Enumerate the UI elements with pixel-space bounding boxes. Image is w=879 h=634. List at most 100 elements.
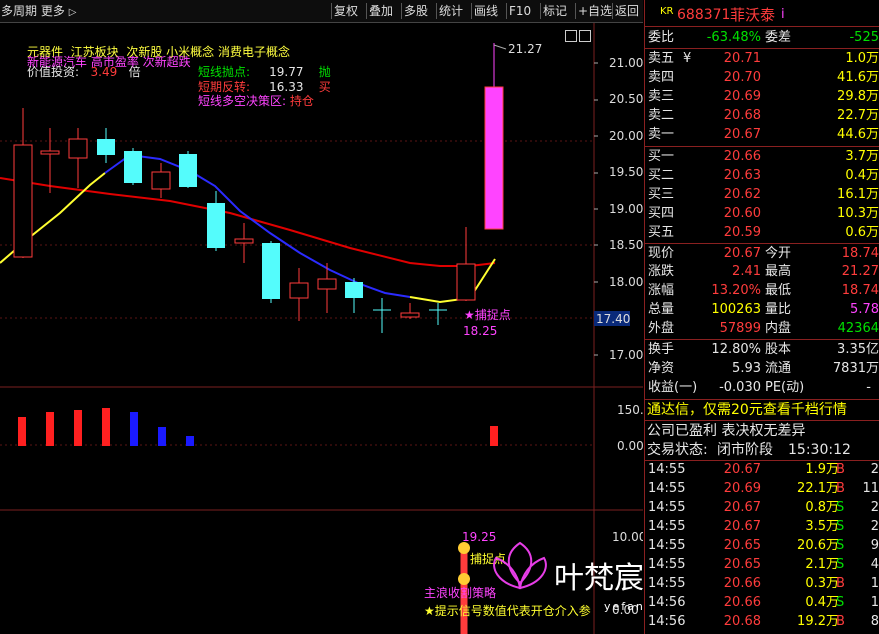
bid-row[interactable]: 买四 20.60 10.3万 xyxy=(644,205,879,223)
bid-row[interactable]: 买一 20.66 3.7万 xyxy=(644,148,879,166)
ask-volume: 29.8万 xyxy=(837,89,879,104)
sell-value: 19.77 xyxy=(269,65,304,79)
ask-row[interactable]: 卖二 20.68 22.7万 xyxy=(644,107,879,125)
tick-count: 11 xyxy=(862,481,879,496)
value-unit: 倍 xyxy=(128,65,141,79)
price-tick: 21.00 xyxy=(609,56,643,70)
stat-value: 21.27 xyxy=(841,264,879,279)
zone-label: 短线多空决策区: xyxy=(198,94,287,108)
tick-price: 20.65 xyxy=(723,557,761,572)
kline-svg: 21.00 20.50 20.00 19.50 19.00 18.50 18.0… xyxy=(0,23,643,634)
bid-price: 20.60 xyxy=(723,206,761,221)
tick-row: 14:55 20.65 20.6万 S 9 xyxy=(644,538,879,554)
tick-count: 2 xyxy=(870,500,879,515)
ask-label: 卖三 xyxy=(648,89,675,104)
ask-row[interactable]: 卖四 20.70 41.6万 xyxy=(644,69,879,87)
tick-volume: 1.9万 xyxy=(805,462,839,477)
bid-row[interactable]: 买三 20.62 16.1万 xyxy=(644,186,879,204)
ad-banner[interactable]: 通达信，仅需20元查看千档行情 xyxy=(644,401,879,419)
tick-price: 20.66 xyxy=(723,576,761,591)
ask-row[interactable]: 卖五 ¥20.71 1.0万 xyxy=(644,50,879,68)
stat-label: 量比 xyxy=(765,302,792,317)
stat-label: 流通 xyxy=(765,361,792,376)
tick-time: 14:55 xyxy=(648,576,686,591)
candle xyxy=(13,144,33,258)
more-menu[interactable]: 更多 xyxy=(41,4,65,18)
candle xyxy=(40,150,60,155)
market-prefix: KR xyxy=(660,6,674,17)
tick-price: 20.66 xyxy=(723,595,761,610)
price-tick: 19.00 xyxy=(609,202,643,216)
indicator-tick: 10.00 xyxy=(612,530,643,544)
weicha-value: -525 xyxy=(849,30,879,45)
back-button[interactable]: 返回 xyxy=(612,3,641,19)
bid-label: 买五 xyxy=(648,225,675,240)
tick-row: 14:55 20.66 0.3万 B 1 xyxy=(644,576,879,592)
stat-row: 收益(一) -0.030 PE(动) - xyxy=(644,379,879,397)
volume-tick: 0.00 xyxy=(617,439,643,453)
f10-button[interactable]: F10 xyxy=(506,3,533,19)
settings-square-icon[interactable] xyxy=(565,30,577,42)
tick-price: 20.67 xyxy=(723,462,761,477)
volume-tick: 150.0 xyxy=(617,403,643,417)
stat-label: 最高 xyxy=(765,264,792,279)
weicha-label: 委差 xyxy=(765,30,792,45)
weibi-value: -63.48% xyxy=(706,30,761,45)
stat-value: 2.41 xyxy=(732,264,761,279)
ask-row[interactable]: 卖一 20.67 44.6万 xyxy=(644,126,879,144)
tick-count: 1 xyxy=(870,576,879,591)
stat-label: 收益(一) xyxy=(648,380,698,395)
tick-time: 14:56 xyxy=(648,595,686,610)
fuquan-button[interactable]: 复权 xyxy=(331,3,360,19)
statistics-button[interactable]: 统计 xyxy=(436,3,465,19)
ask-volume: 22.7万 xyxy=(837,108,879,123)
multi-stock-button[interactable]: 多股 xyxy=(401,3,430,19)
candle xyxy=(400,312,420,318)
status-time: 15:30:12 xyxy=(788,442,851,458)
stat-label: 股本 xyxy=(765,342,792,357)
indicator-capture-label: 捕捉点 xyxy=(470,551,506,566)
chart-toolbar: 多周期 更多 ▷ 复权 叠加 多股 统计 画线 F10 标记 +自选 返回 xyxy=(0,0,643,23)
capture-point-label: ★捕捉点 xyxy=(464,307,511,322)
expand-square-icon[interactable] xyxy=(579,30,591,42)
bid-row[interactable]: 买五 20.59 0.6万 xyxy=(644,224,879,242)
ask-row[interactable]: 卖三 20.69 29.8万 xyxy=(644,88,879,106)
ask-price: 20.69 xyxy=(723,89,761,104)
tick-count: 2 xyxy=(870,462,879,477)
bid-price: 20.63 xyxy=(723,168,761,183)
add-watchlist-button[interactable]: +自选 xyxy=(575,3,614,19)
bid-volume: 3.7万 xyxy=(845,149,879,164)
period-selector[interactable]: 多周期 更多 ▷ xyxy=(1,3,76,21)
tick-row: 14:55 20.67 0.8万 S 2 xyxy=(644,500,879,516)
candle xyxy=(317,278,337,290)
stat-value: 20.67 xyxy=(723,246,761,261)
stat-value: -0.030 xyxy=(719,380,761,395)
stat-row: 涨幅 13.20% 最低 18.74 xyxy=(644,282,879,300)
stat-row: 总量 100263 量比 5.78 xyxy=(644,301,879,319)
cursor-price: 17.40 xyxy=(596,312,630,326)
stat-value: 7831万 xyxy=(832,361,879,376)
zone-tag: 持仓 xyxy=(289,94,314,108)
stat-value: 3.35亿 xyxy=(837,342,879,357)
stat-label: 换手 xyxy=(648,342,675,357)
quote-panel: KR 688371 菲沃泰 i 委比 -63.48% 委差 -525 卖五 ¥20… xyxy=(644,0,879,634)
candle xyxy=(207,203,225,248)
tick-volume: 19.2万 xyxy=(797,614,839,629)
tick-time: 14:55 xyxy=(648,462,686,477)
stat-label: 净资 xyxy=(648,361,675,376)
bid-row[interactable]: 买二 20.63 0.4万 xyxy=(644,167,879,185)
candle xyxy=(289,282,309,299)
tick-side: B xyxy=(836,614,845,629)
draw-line-button[interactable]: 画线 xyxy=(471,3,500,19)
kline-chart-area[interactable]: 21.00 20.50 20.00 19.50 19.00 18.50 18.0… xyxy=(0,23,643,634)
mark-button[interactable]: 标记 xyxy=(540,3,569,19)
value-number: 3.49 xyxy=(90,65,118,79)
tick-side: B xyxy=(836,576,845,591)
reversal-tag: 买 xyxy=(318,80,331,94)
stat-row: 换手 12.80% 股本 3.35亿 xyxy=(644,341,879,359)
overlay-button[interactable]: 叠加 xyxy=(366,3,395,19)
capture-point-value: 18.25 xyxy=(463,324,497,338)
tick-time: 14:55 xyxy=(648,557,686,572)
watermark-text: 叶梵宸指标公式网 xyxy=(554,561,643,596)
ask-volume: 44.6万 xyxy=(837,127,879,142)
